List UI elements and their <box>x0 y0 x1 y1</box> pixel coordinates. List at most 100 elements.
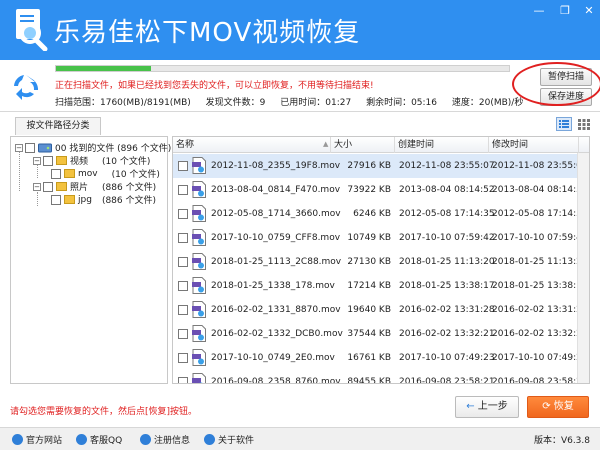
file-modified: 2017-10-10 07:49:23 <box>492 353 588 363</box>
file-size: 27916 KB <box>347 161 391 171</box>
row-checkbox[interactable] <box>178 257 188 267</box>
file-size: 73922 KB <box>347 185 391 195</box>
file-created: 2018-01-25 13:38:17 <box>399 281 495 291</box>
row-checkbox[interactable] <box>178 233 188 243</box>
title-bar: 乐易佳松下MOV视频恢复 — ❐ ✕ <box>0 0 600 60</box>
pause-scan-button[interactable]: 暂停扫描 <box>540 68 592 86</box>
version-label: 版本：V6.3.8 <box>533 436 590 446</box>
recover-icon: ⟳ <box>542 401 551 412</box>
column-header-name[interactable]: 名称 <box>173 137 331 153</box>
row-checkbox[interactable] <box>178 161 188 171</box>
row-checkbox[interactable] <box>178 281 188 291</box>
tree-node-photo[interactable]: − 照片 (886 个文件) <box>33 180 156 193</box>
tree-count: (10 个文件) <box>102 157 151 167</box>
about-link[interactable]: 关于软件 <box>204 433 254 446</box>
table-row[interactable]: 2013-08-04_0814_F470.mov 73922 KB 2013-08-… <box>173 178 589 202</box>
official-site-link[interactable]: 官方网站 <box>12 433 62 446</box>
row-checkbox[interactable] <box>178 185 188 195</box>
drive-icon <box>38 143 52 153</box>
tab-by-path[interactable]: 按文件路径分类 <box>15 117 101 135</box>
tree-label: 00 找到的文件 (896 个文件) <box>55 144 172 154</box>
file-created: 2016-02-02 13:31:28 <box>399 305 495 315</box>
magnifier-logo-icon <box>16 9 48 51</box>
file-created: 2012-11-08 23:55:07 <box>399 161 495 171</box>
footer-bar: 官方网站 客服QQ 注册信息 关于软件 版本：V6.3.8 <box>0 427 600 450</box>
table-row[interactable]: 2017-10-10_0749_2E0.mov 16761 KB 2017-10-1… <box>173 346 589 370</box>
collapse-icon[interactable]: − <box>33 156 41 165</box>
row-checkbox[interactable] <box>178 377 188 383</box>
tree-checkbox[interactable] <box>43 181 53 192</box>
column-header-created[interactable]: 创建时间 <box>395 137 489 153</box>
tree-checkbox[interactable] <box>25 142 35 153</box>
table-row[interactable]: 2016-02-02_1332_DCB0.mov 37544 KB 2016-02-… <box>173 322 589 346</box>
file-modified: 2013-08-04 08:14:52 <box>492 185 588 195</box>
file-size: 6246 KB <box>353 209 391 219</box>
file-size: 16761 KB <box>347 353 391 363</box>
tree-count: (886 个文件) <box>102 183 157 193</box>
table-scrollbar[interactable] <box>577 153 589 383</box>
collapse-icon[interactable]: − <box>15 143 23 152</box>
file-modified: 2012-11-08 23:55:07 <box>492 161 588 171</box>
table-header: 名称 ▲ 大小 创建时间 修改时间 <box>173 137 589 153</box>
mov-file-icon <box>192 325 206 342</box>
previous-step-button[interactable]: ← 上一步 <box>455 396 519 418</box>
file-modified: 2018-01-25 13:38:17 <box>492 281 588 291</box>
file-created: 2013-08-04 08:14:52 <box>399 185 495 195</box>
table-row[interactable]: 2018-01-25_1113_2C88.mov 27130 KB 2018-01-… <box>173 250 589 274</box>
file-created: 2016-09-08 23:58:21 <box>399 377 495 384</box>
tree-checkbox[interactable] <box>51 168 61 179</box>
tree-checkbox[interactable] <box>43 155 53 166</box>
file-created: 2016-02-02 13:32:21 <box>399 329 495 339</box>
support-qq-link[interactable]: 客服QQ <box>76 433 122 446</box>
tree-node-video[interactable]: − 视频 (10 个文件) <box>33 154 150 167</box>
recover-button[interactable]: ⟳ 恢复 <box>527 396 589 418</box>
mov-file-icon <box>192 181 206 198</box>
grid-view-icon[interactable] <box>576 117 592 131</box>
table-row[interactable]: 2017-10-10_0759_CFF8.mov 10749 KB 2017-10-… <box>173 226 589 250</box>
list-view-icon[interactable] <box>556 117 572 131</box>
folder-icon <box>56 156 67 165</box>
mov-file-icon <box>192 301 206 318</box>
tree-node-jpg[interactable]: jpg (886 个文件) <box>51 193 156 206</box>
table-row[interactable]: 2018-01-25_1338_178.mov 17214 KB 2018-01-2… <box>173 274 589 298</box>
mov-file-icon <box>192 253 206 270</box>
close-icon[interactable]: ✕ <box>580 4 598 18</box>
minimize-icon[interactable]: — <box>530 4 548 18</box>
save-progress-button[interactable]: 保存进度 <box>540 88 592 106</box>
row-checkbox[interactable] <box>178 209 188 219</box>
table-row[interactable]: 2016-02-02_1331_8870.mov 19640 KB 2016-02-… <box>173 298 589 322</box>
elapsed-time: 已用时间：01:27 <box>280 98 352 108</box>
file-created: 2018-01-25 11:13:20 <box>399 257 495 267</box>
refresh-scan-icon <box>14 75 39 100</box>
table-row[interactable]: 2016-09-08_2358_8760.mov 89455 KB 2016-09-… <box>173 370 589 384</box>
row-checkbox[interactable] <box>178 353 188 363</box>
qq-icon <box>76 434 87 445</box>
scan-stats: 扫描范围：1760(MB)/8191(MB) 发现文件数：9 已用时间：01:2… <box>55 95 535 108</box>
maximize-icon[interactable]: ❐ <box>556 4 574 18</box>
tree-node-root[interactable]: − 00 找到的文件 (896 个文件) <box>15 141 171 154</box>
file-modified: 2016-02-02 13:31:28 <box>492 305 588 315</box>
found-count: 发现文件数：9 <box>205 98 266 108</box>
file-modified: 2012-05-08 17:14:35 <box>492 209 588 219</box>
tree-node-mov[interactable]: mov (10 个文件) <box>51 167 160 180</box>
home-icon <box>12 434 23 445</box>
row-checkbox[interactable] <box>178 305 188 315</box>
column-header-modified[interactable]: 修改时间 <box>489 137 579 153</box>
remaining-time: 剩余时间：05:16 <box>366 98 437 108</box>
arrow-left-icon: ← <box>466 401 475 412</box>
tree-label: jpg <box>78 194 92 205</box>
folder-icon <box>64 195 75 204</box>
support-qq-label: 客服QQ <box>90 436 123 446</box>
column-header-size[interactable]: 大小 <box>331 137 395 153</box>
file-size: 27130 KB <box>347 257 391 267</box>
table-row[interactable]: 2012-05-08_1714_3660.mov 6246 KB 2012-05-0… <box>173 202 589 226</box>
table-row[interactable]: 2012-11-08_2355_19F8.mov 27916 KB 2012-11-… <box>173 154 589 178</box>
row-checkbox[interactable] <box>178 329 188 339</box>
tree-checkbox[interactable] <box>51 194 61 205</box>
collapse-icon[interactable]: − <box>33 182 41 191</box>
register-info-link[interactable]: 注册信息 <box>140 433 190 446</box>
mov-file-icon <box>192 373 206 383</box>
file-size: 19640 KB <box>347 305 391 315</box>
file-name: 2016-02-02_1331_8870.mov <box>211 305 341 315</box>
mov-file-icon <box>192 229 206 246</box>
